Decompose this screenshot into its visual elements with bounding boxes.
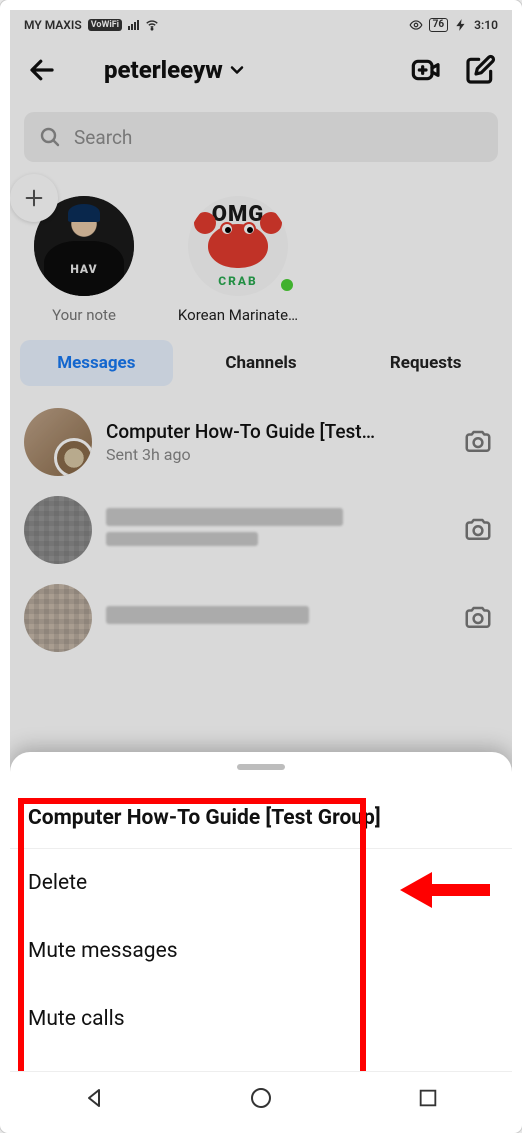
carrier-label: MY MAXIS bbox=[24, 18, 82, 32]
app-header: peterleeyw bbox=[10, 40, 512, 100]
sheet-mute-messages[interactable]: Mute messages bbox=[10, 917, 512, 985]
video-plus-icon bbox=[410, 54, 442, 86]
circle-home-icon bbox=[249, 1086, 273, 1110]
avatar bbox=[24, 584, 92, 652]
tab-channels[interactable]: Channels bbox=[185, 340, 338, 386]
new-video-call-button[interactable] bbox=[404, 48, 448, 92]
camera-button[interactable] bbox=[458, 515, 498, 545]
status-bar: MY MAXIS VoWiFi 76 3:10 bbox=[10, 10, 512, 40]
compose-button[interactable] bbox=[458, 48, 502, 92]
back-button[interactable] bbox=[20, 48, 64, 92]
search-input[interactable]: Search bbox=[24, 112, 498, 162]
chat-title: Computer How-To Guide [Test… bbox=[106, 420, 444, 443]
tab-messages[interactable]: Messages bbox=[20, 340, 173, 386]
redacted-text bbox=[106, 508, 343, 526]
note-label: Your note bbox=[52, 306, 116, 324]
chat-subtitle: Sent 3h ago bbox=[106, 445, 444, 464]
system-nav-bar bbox=[10, 1071, 512, 1123]
search-placeholder: Search bbox=[74, 126, 132, 149]
note-item[interactable]: OMG CRAB Korean Marinate… bbox=[178, 196, 298, 324]
camera-icon bbox=[463, 603, 493, 633]
chat-row[interactable] bbox=[10, 486, 512, 574]
wifi-icon bbox=[145, 18, 159, 32]
eye-icon bbox=[409, 18, 423, 32]
camera-icon bbox=[463, 427, 493, 457]
triangle-back-icon bbox=[82, 1086, 106, 1110]
nav-back-button[interactable] bbox=[80, 1084, 108, 1112]
plus-icon bbox=[23, 187, 45, 209]
camera-icon bbox=[463, 515, 493, 545]
nav-recents-button[interactable] bbox=[414, 1084, 442, 1112]
notes-row: HAV Your note OMG CRAB Korean Marinate… bbox=[10, 168, 512, 334]
search-icon bbox=[38, 125, 62, 149]
sheet-mute-calls[interactable]: Mute calls bbox=[10, 985, 512, 1053]
vowifi-badge: VoWiFi bbox=[88, 19, 122, 31]
clock-label: 3:10 bbox=[474, 18, 498, 32]
redacted-text bbox=[106, 532, 258, 546]
square-recents-icon bbox=[417, 1087, 439, 1109]
annotation-arrow bbox=[400, 868, 490, 912]
bolt-icon bbox=[454, 18, 468, 32]
account-switcher[interactable]: peterleeyw bbox=[74, 56, 394, 84]
add-note-button[interactable] bbox=[10, 174, 58, 222]
arrow-left-icon bbox=[27, 55, 57, 85]
compose-icon bbox=[464, 54, 496, 86]
username-label: peterleeyw bbox=[104, 56, 223, 84]
sheet-title: Computer How-To Guide [Test Group] bbox=[10, 792, 512, 849]
note-label: Korean Marinate… bbox=[178, 306, 298, 324]
sheet-handle[interactable] bbox=[237, 764, 285, 770]
redacted-text bbox=[106, 606, 309, 624]
your-note[interactable]: HAV Your note bbox=[24, 196, 144, 324]
chevron-down-icon bbox=[227, 60, 247, 80]
camera-button[interactable] bbox=[458, 603, 498, 633]
chat-list: Computer How-To Guide [Test… Sent 3h ago bbox=[10, 392, 512, 658]
battery-level: 76 bbox=[429, 18, 448, 32]
avatar bbox=[24, 496, 92, 564]
avatar bbox=[24, 408, 92, 476]
nav-home-button[interactable] bbox=[247, 1084, 275, 1112]
signal-icon bbox=[128, 20, 139, 30]
camera-button[interactable] bbox=[458, 427, 498, 457]
online-indicator bbox=[278, 276, 296, 294]
inbox-tabs: Messages Channels Requests bbox=[10, 334, 512, 392]
tab-requests[interactable]: Requests bbox=[349, 340, 502, 386]
avatar: OMG CRAB bbox=[188, 196, 288, 296]
chat-row[interactable]: Computer How-To Guide [Test… Sent 3h ago bbox=[10, 398, 512, 486]
chat-row[interactable] bbox=[10, 574, 512, 652]
